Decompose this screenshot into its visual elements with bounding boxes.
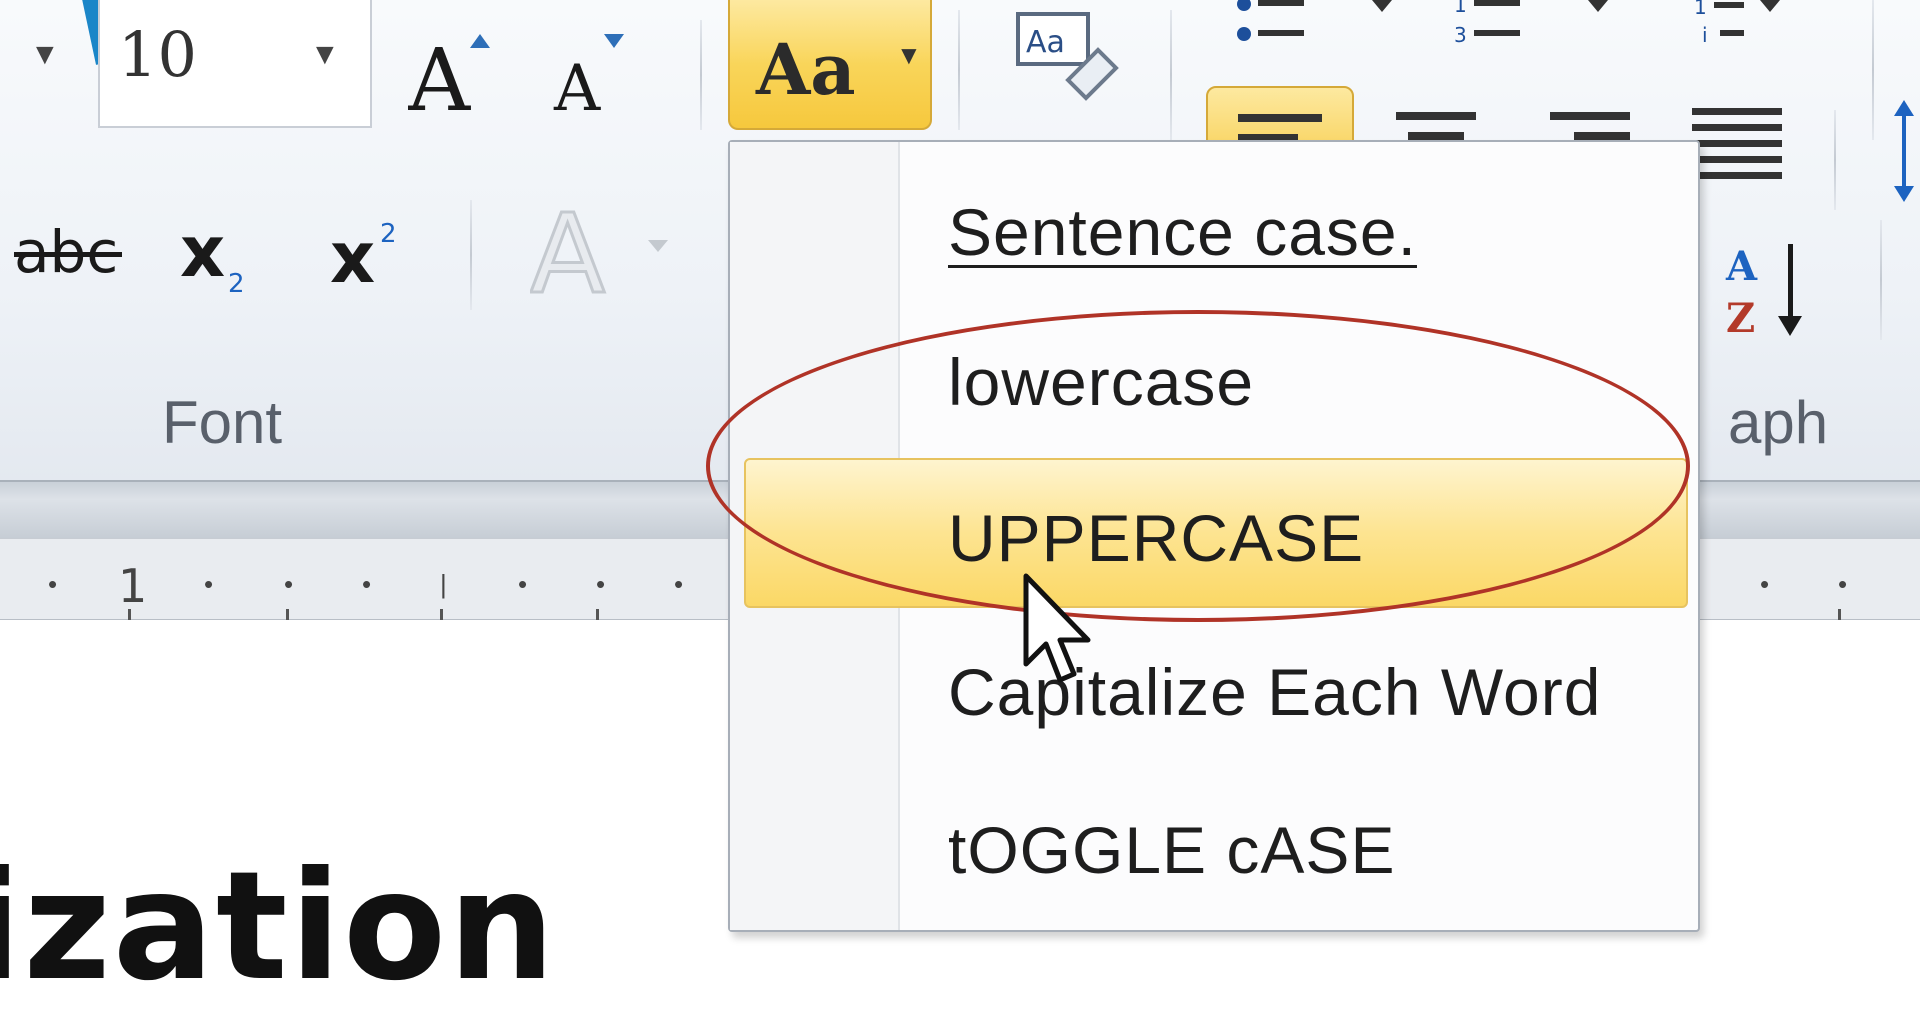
document-text: ization bbox=[0, 840, 557, 1014]
ruler-tick: • bbox=[48, 569, 58, 599]
strikethrough-icon[interactable]: abc bbox=[14, 218, 124, 295]
svg-text:1: 1 bbox=[1454, 0, 1467, 17]
text-effects-icon[interactable]: A bbox=[529, 189, 680, 320]
ribbon-separator bbox=[700, 20, 702, 130]
ribbon-separator bbox=[958, 10, 960, 130]
ruler-tick: • bbox=[674, 569, 684, 599]
bullets-icon[interactable] bbox=[1234, 0, 1444, 61]
ruler-tick: • bbox=[284, 569, 294, 599]
svg-text:1: 1 bbox=[1694, 0, 1707, 19]
ruler-tick: • bbox=[518, 569, 528, 599]
svg-text:Aa: Aa bbox=[1026, 25, 1065, 60]
ruler-number: 1 bbox=[118, 559, 148, 613]
superscript-icon[interactable]: x 2 bbox=[330, 212, 440, 307]
svg-text:A: A bbox=[408, 31, 471, 120]
ribbon-separator bbox=[1834, 110, 1836, 210]
paragraph-group-label: aph bbox=[1728, 389, 1829, 456]
svg-text:3: 3 bbox=[1454, 23, 1467, 47]
change-case-label: Aa bbox=[756, 28, 856, 111]
menu-item-label: Sentence case. bbox=[948, 195, 1417, 269]
svg-text:x: x bbox=[180, 212, 225, 293]
subscript-icon[interactable]: x 2 bbox=[180, 211, 290, 307]
annotation-ellipse bbox=[706, 310, 1690, 622]
menu-item-label: tOGGLE cASE bbox=[948, 813, 1396, 887]
grow-font-icon[interactable]: A bbox=[407, 20, 498, 131]
svg-text:2: 2 bbox=[228, 269, 245, 299]
multilevel-list-icon[interactable]: 1 i bbox=[1694, 0, 1814, 61]
ruler-tick: | bbox=[440, 569, 447, 599]
mouse-pointer-icon bbox=[1022, 572, 1102, 697]
svg-text:x: x bbox=[330, 217, 375, 299]
menu-item-toggle-case[interactable]: tOGGLE cASE bbox=[730, 770, 1694, 920]
font-size-combobox[interactable]: 10 ▼ bbox=[98, 0, 372, 128]
font-group-label: Font bbox=[162, 389, 283, 456]
svg-text:A: A bbox=[1725, 243, 1758, 290]
ribbon-separator bbox=[470, 200, 472, 310]
ruler-tick: • bbox=[362, 569, 372, 599]
svg-text:Z: Z bbox=[1726, 295, 1755, 342]
ribbon-separator bbox=[1880, 220, 1882, 340]
menu-item-sentence-case[interactable]: Sentence case. bbox=[730, 152, 1694, 302]
font-size-value: 10 bbox=[118, 18, 197, 91]
clear-formatting-icon[interactable]: Aa bbox=[1012, 10, 1122, 125]
line-spacing-icon[interactable] bbox=[1890, 96, 1920, 211]
ruler-tick: • bbox=[1838, 569, 1848, 599]
change-case-button[interactable]: Aa ▼ bbox=[728, 0, 932, 130]
font-name-dropdown-arrow[interactable]: ▼ bbox=[30, 38, 60, 72]
justify-icon[interactable] bbox=[1690, 104, 1790, 199]
svg-text:A: A bbox=[530, 196, 605, 306]
font-size-dropdown-arrow[interactable]: ▼ bbox=[310, 38, 340, 72]
numbering-icon[interactable]: 1 3 bbox=[1454, 0, 1644, 61]
shrink-font-icon[interactable]: A bbox=[550, 20, 640, 126]
svg-text:A: A bbox=[553, 52, 601, 120]
svg-text:i: i bbox=[1702, 23, 1708, 47]
svg-text:2: 2 bbox=[380, 219, 397, 249]
menu-item-capitalize-each-word[interactable]: Capitalize Each Word bbox=[730, 612, 1694, 762]
ribbon-separator bbox=[1170, 10, 1172, 140]
ruler-tick: • bbox=[596, 569, 606, 599]
ruler-tick: • bbox=[204, 569, 214, 599]
ruler-tick: • bbox=[1760, 569, 1770, 599]
chevron-down-icon: ▼ bbox=[896, 40, 922, 70]
sort-icon[interactable]: A Z bbox=[1724, 236, 1824, 351]
ribbon-separator bbox=[1872, 0, 1874, 140]
